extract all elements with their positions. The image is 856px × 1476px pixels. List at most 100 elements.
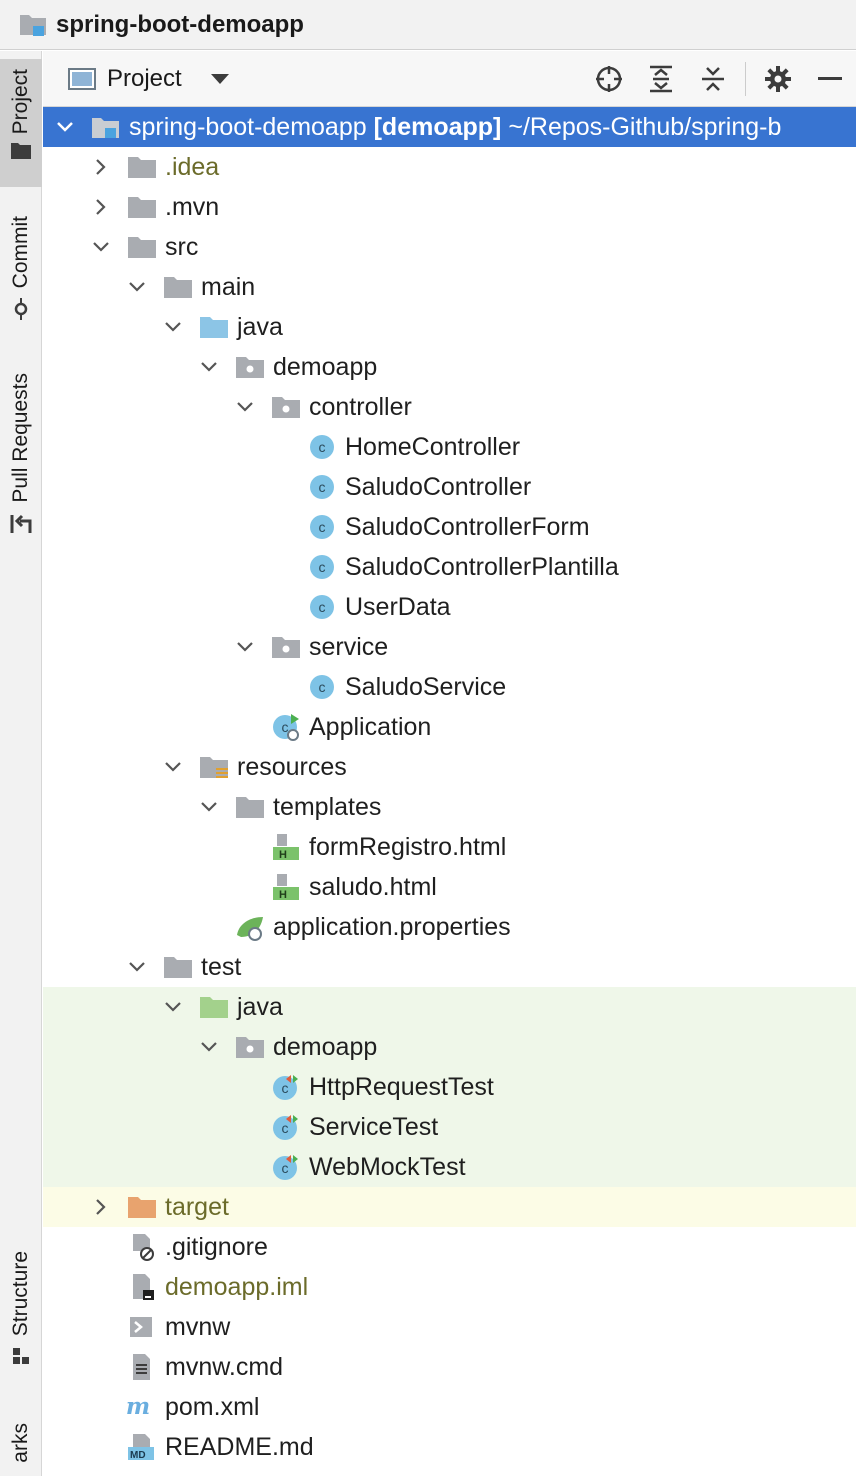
tree-row-target[interactable]: target: [43, 1187, 856, 1227]
tree-row-resources[interactable]: resources: [43, 747, 856, 787]
tree-label-service: service: [309, 633, 389, 661]
tree-row-saludo-controller-plantilla[interactable]: c SaludoControllerPlantilla: [43, 547, 856, 587]
ignore-file-icon: [133, 1234, 154, 1261]
tree-row-idea[interactable]: .idea: [43, 147, 856, 187]
chevron-down-icon[interactable]: [233, 387, 257, 427]
tree-row-http-request-test[interactable]: c HttpRequestTest: [43, 1067, 856, 1107]
select-opened-file-button[interactable]: [583, 51, 635, 107]
folder-icon: [128, 237, 156, 258]
chevron-down-icon[interactable]: [197, 347, 221, 387]
tree-label-test-java: java: [237, 993, 283, 1021]
chevron-down-icon[interactable]: [161, 747, 185, 787]
chevron-down-icon[interactable]: [197, 1027, 221, 1067]
tree-row-saludo-controller-form[interactable]: c SaludoControllerForm: [43, 507, 856, 547]
collapse-all-button[interactable]: [687, 51, 739, 107]
expand-all-button[interactable]: [635, 51, 687, 107]
tree-row-templates[interactable]: templates: [43, 787, 856, 827]
tree-row-main-java[interactable]: java: [43, 307, 856, 347]
chevron-down-icon[interactable]: [53, 107, 77, 147]
tree-row-home-controller[interactable]: c HomeController: [43, 427, 856, 467]
svg-text:c: c: [319, 559, 326, 575]
svg-text:H: H: [279, 889, 287, 901]
tree-row-application-properties[interactable]: application.properties: [43, 907, 856, 947]
tree-row-user-data[interactable]: c UserData: [43, 587, 856, 627]
tree-row-web-mock-test[interactable]: c WebMockTest: [43, 1147, 856, 1187]
chevron-down-icon[interactable]: [125, 267, 149, 307]
tree-row-test-demoapp[interactable]: demoapp: [43, 1027, 856, 1067]
chevron-down-icon[interactable]: [161, 307, 185, 347]
chevron-right-icon[interactable]: [89, 147, 113, 187]
module-folder-icon: [92, 118, 119, 138]
chevron-down-icon[interactable]: [197, 787, 221, 827]
tree-label-idea: .idea: [165, 153, 220, 181]
tree-row-pom[interactable]: m pom.xml: [43, 1387, 856, 1427]
stripe-project-button[interactable]: Project: [0, 59, 42, 187]
expand-all-icon: [650, 65, 672, 93]
tree-row-readme[interactable]: MD README.md: [43, 1427, 856, 1467]
tree-row-test[interactable]: test: [43, 947, 856, 987]
chevron-down-icon[interactable]: [89, 227, 113, 267]
tree-label-service-test: ServiceTest: [309, 1113, 439, 1141]
html-file-icon: H: [273, 874, 299, 901]
tree-label-resources: resources: [237, 753, 347, 781]
commit-icon: [14, 298, 28, 321]
tree-row-service-test[interactable]: c ServiceTest: [43, 1107, 856, 1147]
tree-label-form-registro: formRegistro.html: [309, 833, 507, 861]
stripe-bookmarks-button[interactable]: arks: [0, 1423, 42, 1476]
test-class-icon: c: [273, 1075, 298, 1100]
tree-label-application-properties: application.properties: [273, 913, 511, 941]
tree-row-saludo-html[interactable]: H saludo.html: [43, 867, 856, 907]
hide-panel-button[interactable]: [804, 51, 856, 107]
tree-row-controller[interactable]: controller: [43, 387, 856, 427]
tree-row-mvn[interactable]: .mvn: [43, 187, 856, 227]
svg-text:c: c: [319, 679, 326, 695]
tree-row-saludo-service[interactable]: c SaludoService: [43, 667, 856, 707]
tree-row-mvnw[interactable]: mvnw: [43, 1307, 856, 1347]
tree-row-src[interactable]: src: [43, 227, 856, 267]
chevron-right-icon[interactable]: [89, 187, 113, 227]
tree-row-root[interactable]: spring-boot-demoapp [demoapp] ~/Repos-Gi…: [43, 107, 856, 147]
text-file-icon: [133, 1354, 150, 1380]
project-view-selector[interactable]: Project: [107, 65, 182, 93]
tree-label-mvnw: mvnw: [165, 1313, 231, 1341]
svg-text:m: m: [126, 1393, 150, 1420]
java-class-icon: c: [310, 475, 334, 499]
tree-row-test-java[interactable]: java: [43, 987, 856, 1027]
tree-row-application[interactable]: c Application: [43, 707, 856, 747]
tree-row-mvnw-cmd[interactable]: mvnw.cmd: [43, 1347, 856, 1387]
svg-text:c: c: [282, 1080, 289, 1096]
stripe-pull-requests-button[interactable]: Pull Requests: [0, 373, 42, 553]
package-icon: [272, 397, 300, 418]
tree-row-saludo-controller[interactable]: c SaludoController: [43, 467, 856, 507]
tree-row-form-registro[interactable]: H formRegistro.html: [43, 827, 856, 867]
folder-icon: [128, 197, 156, 218]
java-class-icon: c: [310, 675, 334, 699]
source-folder-icon: [200, 317, 228, 338]
tree-row-service[interactable]: service: [43, 627, 856, 667]
tree-label-main-java: java: [237, 313, 283, 341]
chevron-right-icon[interactable]: [89, 1187, 113, 1227]
tree-label-mvnw-cmd: mvnw.cmd: [165, 1353, 284, 1381]
tree-row-demoapp-iml[interactable]: demoapp.iml: [43, 1267, 856, 1307]
settings-button[interactable]: [752, 51, 804, 107]
stripe-structure-button[interactable]: Structure: [0, 1251, 42, 1391]
svg-text:c: c: [319, 599, 326, 615]
stripe-commit-label: Commit: [9, 216, 32, 289]
structure-icon: [13, 1348, 29, 1365]
title-bar: spring-boot-demoapp: [0, 0, 856, 50]
tree-label-web-mock-test: WebMockTest: [309, 1153, 466, 1181]
stripe-commit-button[interactable]: Commit: [0, 216, 42, 336]
shell-script-icon: [130, 1317, 152, 1337]
stripe-bookmarks-label: arks: [9, 1423, 32, 1463]
module-file-icon: [133, 1274, 154, 1300]
maven-icon: m: [126, 1393, 150, 1420]
tree-row-main[interactable]: main: [43, 267, 856, 307]
chevron-down-icon[interactable]: [233, 627, 257, 667]
chevron-down-icon[interactable]: [161, 987, 185, 1027]
chevron-down-icon[interactable]: [210, 73, 230, 85]
tree-row-main-demoapp[interactable]: demoapp: [43, 347, 856, 387]
tree-row-gitignore[interactable]: .gitignore: [43, 1227, 856, 1267]
pull-request-icon: [10, 514, 32, 533]
html-file-icon: H: [273, 834, 299, 861]
chevron-down-icon[interactable]: [125, 947, 149, 987]
